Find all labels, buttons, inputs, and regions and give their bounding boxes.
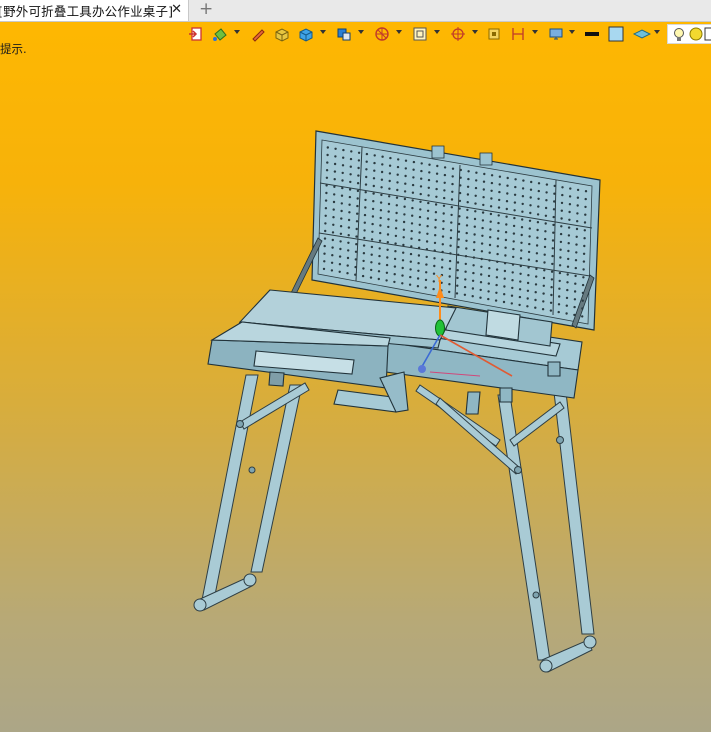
dimension-button[interactable] — [508, 24, 528, 44]
frame-view-icon — [413, 27, 427, 41]
line-color-icon — [585, 32, 599, 36]
light-selector[interactable] — [667, 24, 711, 44]
line-color-button[interactable] — [582, 24, 602, 44]
pen-tool-button[interactable] — [248, 24, 268, 44]
exit-sketch-icon — [189, 27, 202, 41]
face-color-icon — [608, 26, 624, 42]
solid-shade-icon — [275, 28, 289, 42]
table-legs — [193, 374, 597, 673]
layer-icon — [633, 29, 651, 39]
hint-text: 提示. — [0, 42, 27, 56]
exit-sketch-button[interactable] — [186, 24, 206, 44]
display-mode-icon — [337, 28, 351, 41]
display-mode-button[interactable] — [334, 24, 354, 44]
dimension-icon — [512, 28, 524, 40]
lightbulb-icon — [674, 28, 684, 41]
model-viewport[interactable]: Y — [0, 21, 711, 732]
layer-button[interactable] — [632, 24, 652, 44]
wheel-view-button[interactable] — [372, 24, 392, 44]
document-tab[interactable]: [野外可折叠工具办公作业桌子] ✕ — [0, 0, 189, 21]
close-tab-icon[interactable]: ✕ — [171, 2, 182, 17]
paint-bucket-button[interactable] — [210, 24, 230, 44]
new-tab-icon[interactable]: + — [199, 0, 213, 19]
wheel-view-icon — [375, 27, 389, 41]
monitor-icon — [549, 28, 563, 40]
note-icon — [488, 28, 500, 40]
document-tab-title: [野外可折叠工具办公作业桌子] — [0, 4, 174, 19]
monitor-button[interactable] — [546, 24, 566, 44]
cube-view-button[interactable] — [296, 24, 316, 44]
light-circle-icon — [689, 27, 703, 41]
cube-view-icon — [299, 28, 313, 42]
target-icon — [451, 27, 465, 41]
target-button[interactable] — [448, 24, 468, 44]
paint-bucket-icon — [213, 28, 227, 41]
pen-tool-icon — [252, 29, 265, 42]
frame-view-button[interactable] — [410, 24, 430, 44]
note-button[interactable] — [484, 24, 504, 44]
triad-y-label: Y — [435, 274, 443, 285]
solid-shade-button[interactable] — [272, 24, 292, 44]
tab-bar: [野外可折叠工具办公作业桌子] ✕ + — [0, 0, 711, 22]
face-color-button[interactable] — [606, 24, 626, 44]
